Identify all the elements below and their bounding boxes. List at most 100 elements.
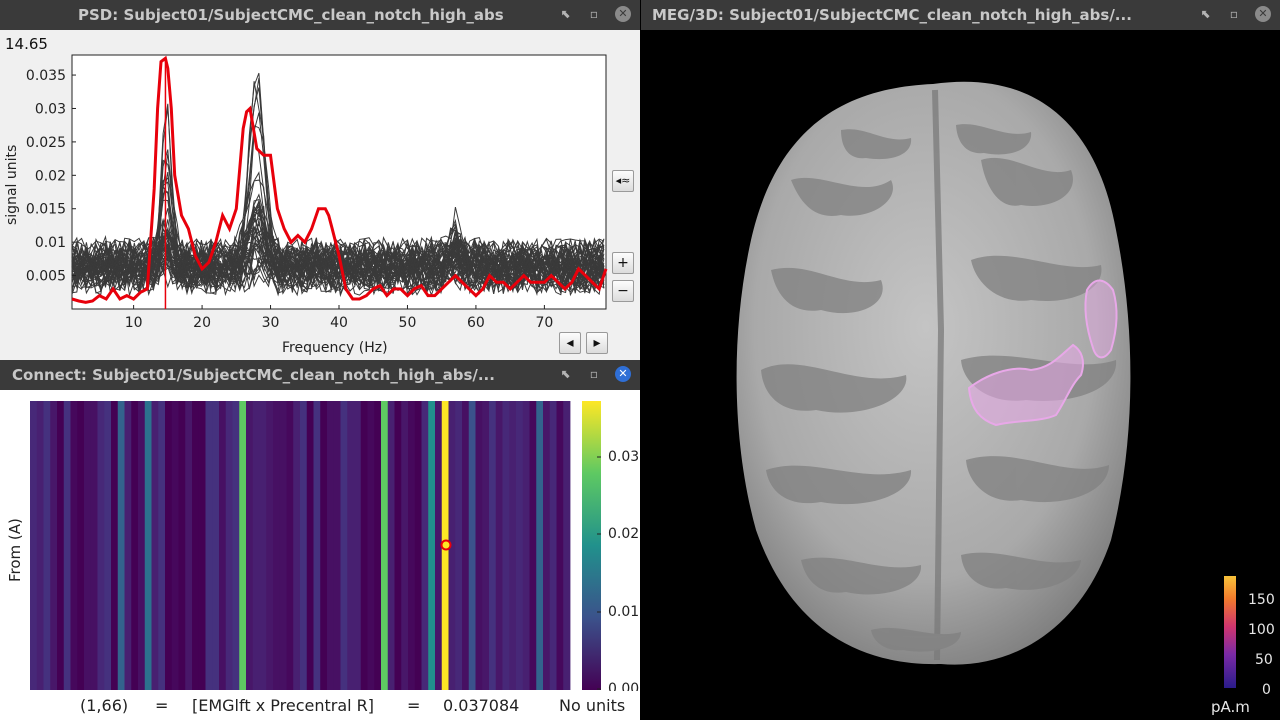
matrix-column[interactable]: [306, 401, 314, 690]
matrix-column[interactable]: [563, 401, 571, 690]
matrix-column[interactable]: [536, 401, 544, 690]
selected-cell-marker[interactable]: [440, 539, 452, 551]
matrix-column[interactable]: [198, 401, 206, 690]
matrix-column[interactable]: [219, 401, 227, 690]
matrix-column[interactable]: [279, 401, 287, 690]
matrix-column[interactable]: [320, 401, 328, 690]
matrix-column[interactable]: [239, 401, 247, 690]
matrix-column[interactable]: [468, 401, 476, 690]
previous-button[interactable]: ◂: [559, 332, 581, 354]
minimize-icon[interactable]: ▫: [586, 366, 602, 382]
brain-render[interactable]: [641, 30, 1280, 720]
close-icon[interactable]: ✕: [615, 366, 631, 382]
matrix-column[interactable]: [408, 401, 416, 690]
connect-titlebar[interactable]: Connect: Subject01/SubjectCMC_clean_notc…: [0, 360, 640, 390]
connect-title: Connect: Subject01/SubjectCMC_clean_notc…: [12, 366, 495, 384]
matrix-column[interactable]: [482, 401, 490, 690]
matrix-column[interactable]: [104, 401, 112, 690]
matrix-column[interactable]: [36, 401, 44, 690]
close-icon[interactable]: ✕: [615, 6, 631, 22]
matrix-column[interactable]: [151, 401, 159, 690]
minimize-icon[interactable]: ▫: [1226, 6, 1242, 22]
matrix-column[interactable]: [165, 401, 173, 690]
matrix-column[interactable]: [333, 401, 341, 690]
matrix-column[interactable]: [387, 401, 395, 690]
matrix-column[interactable]: [205, 401, 213, 690]
close-icon[interactable]: ✕: [1255, 6, 1271, 22]
spectrum-mode-button[interactable]: ◂≈: [612, 170, 634, 192]
matrix-column[interactable]: [509, 401, 517, 690]
matrix-column[interactable]: [70, 401, 78, 690]
matrix-column[interactable]: [381, 401, 389, 690]
matrix-column[interactable]: [516, 401, 524, 690]
matrix-column[interactable]: [300, 401, 308, 690]
matrix-column[interactable]: [327, 401, 335, 690]
matrix-column[interactable]: [50, 401, 58, 690]
matrix-column[interactable]: [394, 401, 402, 690]
matrix-column[interactable]: [252, 401, 260, 690]
matrix-column[interactable]: [489, 401, 497, 690]
matrix-column[interactable]: [455, 401, 463, 690]
matrix-column[interactable]: [97, 401, 105, 690]
matrix-column[interactable]: [502, 401, 510, 690]
matrix-column[interactable]: [192, 401, 200, 690]
matrix-column[interactable]: [144, 401, 152, 690]
matrix-column[interactable]: [313, 401, 321, 690]
matrix-column[interactable]: [266, 401, 274, 690]
matrix-column[interactable]: [90, 401, 98, 690]
matrix-column[interactable]: [84, 401, 92, 690]
matrix-column[interactable]: [414, 401, 422, 690]
matrix-column[interactable]: [158, 401, 166, 690]
undock-icon[interactable]: ⬉: [1198, 6, 1214, 22]
matrix-column[interactable]: [30, 401, 38, 690]
matrix-column[interactable]: [374, 401, 382, 690]
undock-icon[interactable]: ⬉: [558, 6, 574, 22]
matrix-column[interactable]: [225, 401, 233, 690]
matrix-column[interactable]: [232, 401, 240, 690]
matrix-column[interactable]: [117, 401, 125, 690]
matrix-column[interactable]: [549, 401, 557, 690]
matrix-column[interactable]: [178, 401, 186, 690]
matrix-column[interactable]: [340, 401, 348, 690]
matrix-column[interactable]: [347, 401, 355, 690]
matrix-column[interactable]: [212, 401, 220, 690]
matrix-column[interactable]: [185, 401, 193, 690]
psd-titlebar[interactable]: PSD: Subject01/SubjectCMC_clean_notch_hi…: [0, 0, 640, 30]
matrix-column[interactable]: [273, 401, 281, 690]
matrix-column[interactable]: [286, 401, 294, 690]
matrix-column[interactable]: [495, 401, 503, 690]
minimize-icon[interactable]: ▫: [586, 6, 602, 22]
matrix-column[interactable]: [360, 401, 368, 690]
matrix-column[interactable]: [428, 401, 436, 690]
matrix-column[interactable]: [543, 401, 551, 690]
undock-icon[interactable]: ⬉: [558, 366, 574, 382]
zoom-out-button[interactable]: −: [612, 280, 634, 302]
matrix-column[interactable]: [354, 401, 362, 690]
matrix-column[interactable]: [63, 401, 71, 690]
matrix-column[interactable]: [246, 401, 254, 690]
matrix-column[interactable]: [43, 401, 51, 690]
matrix-column[interactable]: [111, 401, 119, 690]
zoom-in-button[interactable]: +: [612, 252, 634, 274]
meg-titlebar[interactable]: MEG/3D: Subject01/SubjectCMC_clean_notch…: [641, 0, 1280, 30]
matrix-column[interactable]: [124, 401, 132, 690]
next-button[interactable]: ▸: [586, 332, 608, 354]
matrix-column[interactable]: [138, 401, 146, 690]
matrix-columns[interactable]: [30, 401, 571, 690]
matrix-column[interactable]: [57, 401, 65, 690]
matrix-column[interactable]: [522, 401, 530, 690]
matrix-column[interactable]: [259, 401, 267, 690]
psd-plot[interactable]: 0.005 0.01 0.015 0.02 0.025 0.03 0.035 10 20 30 4…: [0, 30, 640, 360]
matrix-column[interactable]: [529, 401, 537, 690]
matrix-column[interactable]: [421, 401, 429, 690]
connectivity-matrix[interactable]: [0, 390, 640, 691]
matrix-column[interactable]: [293, 401, 301, 690]
matrix-column[interactable]: [401, 401, 409, 690]
matrix-column[interactable]: [367, 401, 375, 690]
matrix-column[interactable]: [77, 401, 85, 690]
matrix-column[interactable]: [462, 401, 470, 690]
matrix-column[interactable]: [475, 401, 483, 690]
matrix-column[interactable]: [556, 401, 564, 690]
matrix-column[interactable]: [171, 401, 179, 690]
matrix-column[interactable]: [131, 401, 139, 690]
